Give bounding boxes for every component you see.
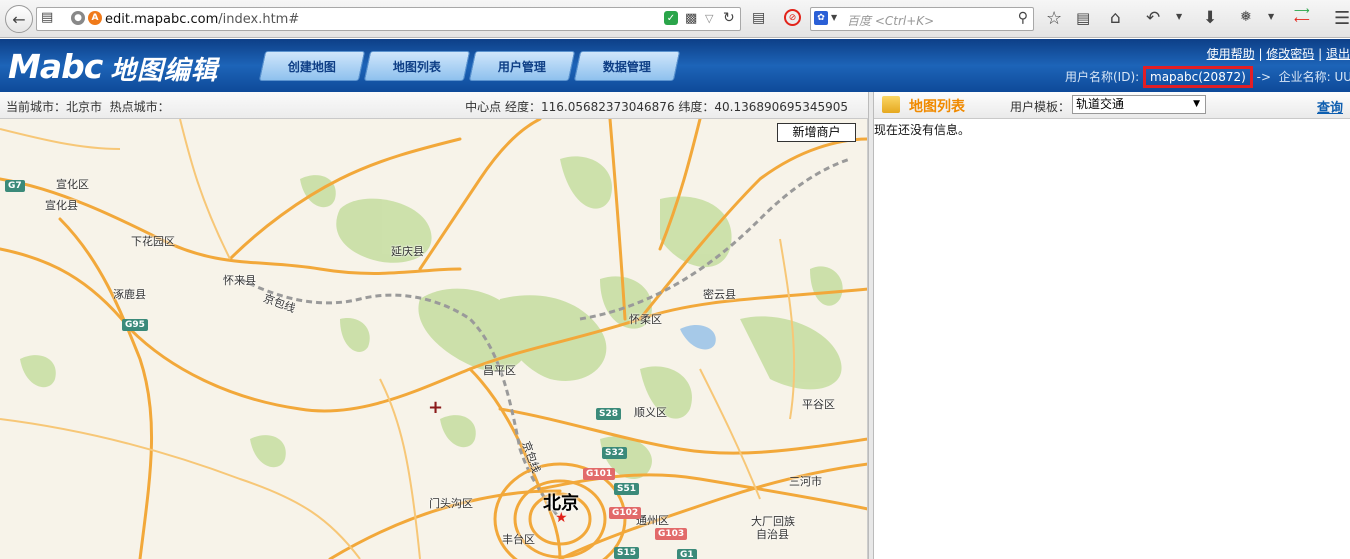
change-password-link[interactable]: 修改密码 — [1266, 47, 1314, 61]
template-value: 轨道交通 — [1076, 97, 1125, 111]
download-icon[interactable]: ⬇ — [1203, 8, 1217, 28]
logo-title: 地图编辑 — [110, 56, 219, 86]
chevron-down-icon[interactable]: ▼ — [831, 13, 837, 22]
place-label: 门头沟区 — [429, 497, 473, 510]
user-info: 用户名称(ID): mapabc(20872) -> 企业名称: UUt — [1065, 66, 1350, 88]
road-shield: S15 — [614, 547, 640, 559]
template-select[interactable]: 轨道交通 ▼ — [1072, 95, 1206, 114]
add-merchant-button[interactable]: 新增商户 — [777, 123, 856, 142]
road-shield: S28 — [596, 408, 622, 420]
search-bar[interactable]: ✿ ▼ 百度 <Ctrl+K> ⚲ — [810, 7, 1034, 31]
search-icon[interactable]: ⚲ — [1018, 10, 1028, 26]
search-placeholder: 百度 <Ctrl+K> — [847, 14, 935, 28]
place-label: 宣化区 — [56, 178, 89, 191]
logo: Mabc — [8, 47, 103, 86]
capital-star-icon: ★ — [555, 510, 568, 526]
url-domain: edit.mapabc.com — [105, 12, 219, 27]
map-toolbar: 当前城市：北京市 热点城市： 中心点 经度：116.05682373046876… — [0, 92, 868, 119]
nav-user-management[interactable]: 用户管理 — [468, 51, 576, 81]
shield-check-icon[interactable]: ✓ — [664, 11, 678, 25]
site-icon: A — [88, 11, 102, 25]
place-label: 顺义区 — [634, 406, 667, 419]
reader-icon[interactable]: ▤ — [752, 10, 765, 26]
user-label: 用户名称(ID): — [1065, 70, 1140, 84]
arrow-text: -> — [1256, 70, 1271, 84]
road-shield: G103 — [655, 528, 688, 540]
place-label: 密云县 — [703, 288, 736, 301]
dropdown-icon[interactable]: ▽ — [705, 12, 713, 25]
panel-header: 地图列表 用户模板： 轨道交通 ▼ 查询 — [874, 92, 1350, 119]
map-list-panel: 地图列表 用户模板： 轨道交通 ▼ 查询 现在还没有信息。 — [874, 92, 1350, 559]
address-bar[interactable]: ▤ ● A edit.mapabc.com/index.htm# ✓ ▩ ▽ ↻ — [36, 7, 741, 31]
company-label: 企业名称: — [1278, 70, 1331, 84]
crosshair-icon: + — [428, 397, 444, 418]
nav-data-management[interactable]: 数据管理 — [573, 51, 681, 81]
empty-message: 现在还没有信息。 — [874, 123, 971, 137]
query-link[interactable]: 查询 — [1317, 97, 1343, 116]
place-label: 自治县 — [756, 528, 789, 541]
road-shield: S32 — [602, 447, 628, 459]
place-label: 怀柔区 — [629, 313, 662, 326]
road-shield: G95 — [122, 319, 148, 331]
place-label: 平谷区 — [802, 398, 835, 411]
history-icon[interactable]: ▤ — [41, 10, 53, 25]
help-link[interactable]: 使用帮助 — [1207, 47, 1255, 61]
block-icon[interactable]: ⊘ — [784, 9, 801, 26]
center-coordinates: 中心点 经度：116.05682373046876 纬度：40.13689069… — [465, 100, 848, 114]
baidu-icon: ✿ — [814, 11, 828, 25]
road-shield: G101 — [583, 468, 616, 480]
map-view[interactable]: 新增商户 宣化区 宣化县 下花园区 涿鹿县 怀来县 延庆县 京包线 密云县 怀柔… — [0, 119, 868, 559]
extension-icon[interactable]: ❅ — [1240, 9, 1252, 25]
bookmarks-icon[interactable]: ▤ — [1076, 9, 1090, 27]
top-links: 使用帮助 | 修改密码 | 退出 — [1206, 47, 1350, 61]
user-id: mapabc(20872) — [1143, 66, 1253, 88]
road-shield: S51 — [614, 483, 640, 495]
undo-icon[interactable]: ↶ — [1146, 8, 1160, 28]
sync-icon[interactable]: ⟶ ⟵ — [1294, 5, 1310, 25]
company-value: UUt — [1334, 70, 1350, 84]
place-label: 昌平区 — [483, 364, 516, 377]
app-header: Mabc 地图编辑 创建地图 地图列表 用户管理 数据管理 使用帮助 | 修改密… — [0, 39, 1350, 92]
place-label: 下花园区 — [131, 235, 175, 248]
place-label: 宣化县 — [45, 199, 78, 212]
nav-create-map[interactable]: 创建地图 — [258, 51, 366, 81]
nav-map-list[interactable]: 地图列表 — [363, 51, 471, 81]
place-label: 丰台区 — [502, 533, 535, 546]
menu-icon[interactable]: ☰ — [1334, 8, 1350, 29]
url-path: /index.htm# — [218, 12, 300, 27]
place-label: 怀来县 — [223, 274, 256, 287]
panel-title: 地图列表 — [909, 99, 965, 115]
chevron-down-icon[interactable]: ▼ — [1268, 12, 1274, 21]
star-icon[interactable]: ☆ — [1046, 8, 1062, 29]
home-icon[interactable]: ⌂ — [1110, 8, 1121, 28]
logout-link[interactable]: 退出 — [1326, 47, 1350, 61]
road-shield: G1 — [677, 549, 697, 559]
back-button[interactable]: ← — [5, 5, 33, 33]
globe-icon: ● — [71, 11, 85, 25]
template-label: 用户模板： — [1010, 100, 1071, 114]
browser-toolbar: ← ▤ ● A edit.mapabc.com/index.htm# ✓ ▩ ▽… — [0, 0, 1350, 38]
chevron-down-icon: ▼ — [1193, 99, 1200, 109]
place-label: 三河市 — [789, 475, 822, 488]
place-label: 延庆县 — [391, 245, 424, 258]
place-label: 涿鹿县 — [113, 288, 146, 301]
current-city: 当前城市：北京市 — [6, 100, 103, 114]
road-shield: G7 — [5, 180, 25, 192]
qr-code-icon[interactable]: ▩ — [685, 11, 697, 26]
hot-city: 热点城市： — [109, 100, 170, 114]
folder-icon — [882, 96, 900, 113]
map-canvas — [0, 119, 867, 559]
chevron-down-icon[interactable]: ▼ — [1176, 12, 1182, 21]
reload-icon[interactable]: ↻ — [723, 10, 735, 26]
road-shield: G102 — [609, 507, 642, 519]
